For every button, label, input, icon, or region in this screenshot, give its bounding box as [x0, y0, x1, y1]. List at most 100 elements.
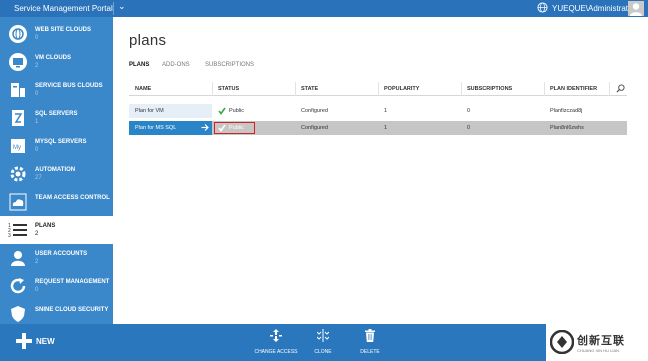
globe-cloud-icon [9, 25, 27, 43]
plan-name-cell[interactable]: Plan for VM [129, 104, 212, 118]
tab-plans[interactable]: PLANS [129, 62, 149, 68]
command-label: CHANGE ACCESS [254, 349, 298, 355]
plan-state: Configured [301, 125, 328, 131]
sidebar-item-automation[interactable]: AUTOMATION 27 [0, 160, 113, 188]
sql-server-icon [12, 110, 24, 126]
column-header-name[interactable]: NAME [135, 86, 151, 92]
sidebar-item-label: PLANS [35, 223, 56, 229]
sidebar-item-label: REQUEST MANAGEMENT [35, 279, 110, 285]
divider [544, 82, 545, 96]
sidebar-item-label: SQL SERVERS [35, 111, 78, 117]
top-bar: Service Management Portal ⌄ YUEQUE\Admin… [0, 0, 648, 17]
sidebar-item-label: TEAM ACCESS CONTROL [35, 195, 110, 201]
shield-icon [11, 306, 25, 322]
divider [609, 82, 610, 96]
sidebar-item-mysql-servers[interactable]: My MYSQL SERVERS 0 [0, 132, 113, 160]
user-name[interactable]: YUEQUE\Administrator [552, 4, 635, 13]
plan-name: Plan for VM [135, 108, 164, 114]
sidebar-item-request-management[interactable]: REQUEST MANAGEMENT 0 [0, 272, 113, 300]
svg-text:3: 3 [8, 233, 11, 239]
status-highlight-box [214, 122, 255, 134]
sidebar: WEB SITE CLOUDS 0 VM CLOUDS 2 SERVICE BU… [0, 17, 113, 324]
sidebar-item-count: 0 [35, 287, 39, 293]
divider [113, 2, 114, 15]
sidebar-item-count: 0 [35, 91, 39, 97]
column-header-plan-identifier[interactable]: PLAN IDENTIFIER [550, 86, 597, 92]
sidebar-item-label: WEB SITE CLOUDS [35, 27, 92, 33]
new-button[interactable]: NEW [16, 331, 76, 353]
sidebar-item-label: MYSQL SERVERS [35, 139, 87, 145]
table-row[interactable]: Plan for VM Public Configured 1 0 Planfi… [129, 104, 627, 118]
divider [212, 82, 213, 96]
avatar[interactable] [628, 1, 644, 16]
vm-icon [9, 53, 27, 71]
sidebar-item-label: AUTOMATION [35, 167, 76, 173]
service-bus-icon [11, 83, 25, 97]
user-icon [11, 251, 25, 266]
divider [295, 82, 296, 96]
watermark-brand-en: CHUANG XIN HU LIAN [577, 348, 620, 353]
check-icon [218, 107, 226, 115]
refresh-icon [10, 278, 26, 294]
portal-title[interactable]: Service Management Portal [14, 4, 113, 13]
sidebar-item-sql-servers[interactable]: SQL SERVERS 1 [0, 104, 113, 132]
brand-logo-icon [550, 330, 574, 354]
sidebar-item-count: 2 [35, 63, 39, 69]
sidebar-item-count: 1 [35, 119, 39, 125]
table-row[interactable]: Plan for MS SQL Public Configured 1 0 Pl… [129, 121, 627, 135]
sidebar-item-count: 0 [35, 35, 39, 41]
sidebar-item-service-bus-clouds[interactable]: SERVICE BUS CLOUDS 0 [0, 76, 113, 104]
column-header-status[interactable]: STATUS [218, 86, 239, 92]
list-icon: 123 [8, 223, 27, 239]
plus-icon [16, 333, 32, 349]
trash-icon [365, 329, 375, 342]
plan-popularity: 1 [384, 125, 388, 131]
plan-subscriptions: 0 [467, 108, 471, 114]
command-label: CLONE [314, 349, 332, 355]
command-label: DELETE [360, 349, 380, 355]
plan-popularity: 1 [384, 108, 388, 114]
plan-status: Public [229, 108, 244, 114]
arrow-right-icon[interactable] [201, 123, 209, 132]
plan-identifier: Plan8nl6zwhs [550, 125, 584, 131]
sidebar-item-label: SNINE CLOUD SECURITY [35, 307, 109, 313]
sidebar-item-count: 27 [35, 175, 42, 181]
watermark-brand: 创新互联 [577, 335, 625, 347]
search-icon[interactable] [616, 84, 625, 93]
sidebar-item-user-accounts[interactable]: USER ACCOUNTS 2 [0, 244, 113, 272]
sidebar-item-web-site-clouds[interactable]: WEB SITE CLOUDS 0 [0, 20, 113, 48]
column-header-state[interactable]: STATE [301, 86, 318, 92]
chevron-down-icon[interactable]: ⌄ [118, 1, 126, 12]
sidebar-item-label: USER ACCOUNTS [35, 251, 88, 257]
sidebar-item-team-access-control[interactable]: TEAM ACCESS CONTROL [0, 188, 113, 216]
clone-icon [317, 329, 329, 342]
plan-subscriptions: 0 [467, 125, 471, 131]
new-button-label: NEW [36, 337, 55, 346]
plan-name: Plan for MS SQL [135, 125, 177, 131]
column-header-subscriptions[interactable]: SUBSCRIPTIONS [467, 86, 512, 92]
column-header-popularity[interactable]: POPULARITY [384, 86, 419, 92]
sidebar-item-count: 2 [35, 259, 39, 265]
change-access-button[interactable]: CHANGE ACCESS [251, 329, 301, 357]
divider [461, 82, 462, 96]
globe-icon[interactable] [537, 2, 548, 13]
sidebar-item-count: 2 [35, 231, 39, 237]
plan-name-cell[interactable]: Plan for MS SQL [129, 121, 212, 135]
delete-button[interactable]: DELETE [345, 329, 395, 357]
sidebar-item-label: VM CLOUDS [35, 55, 71, 61]
sidebar-item-vm-clouds[interactable]: VM CLOUDS 2 [0, 48, 113, 76]
plan-state: Configured [301, 108, 328, 114]
sidebar-item-label: SERVICE BUS CLOUDS [35, 83, 103, 89]
mysql-icon: My [11, 139, 25, 153]
cloud-icon [9, 193, 27, 211]
clone-button[interactable]: CLONE [298, 329, 348, 357]
change-access-icon [270, 329, 282, 342]
page-title: plans [129, 32, 167, 49]
divider [378, 82, 379, 96]
sidebar-item-count: 0 [35, 147, 39, 153]
automation-gear-icon [10, 166, 26, 182]
tab-add-ons[interactable]: ADD-ONS [162, 62, 190, 68]
sidebar-item-plans[interactable]: 123 PLANS 2 [0, 216, 113, 244]
plan-identifier: Planfizczad8j [550, 108, 583, 114]
tab-subscriptions[interactable]: SUBSCRIPTIONS [205, 62, 254, 68]
